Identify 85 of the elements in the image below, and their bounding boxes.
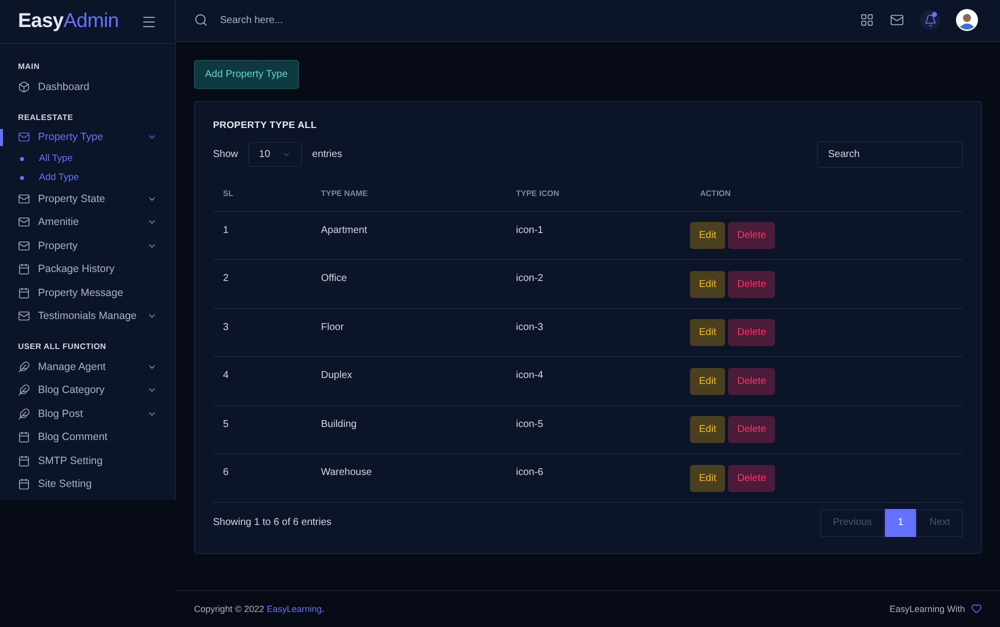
search-icon <box>194 13 208 28</box>
footer-credit: EasyLearning With <box>889 604 965 614</box>
feather-icon <box>18 408 30 420</box>
cube-icon <box>18 80 30 93</box>
column-header[interactable]: SL <box>223 188 234 198</box>
sidebar-item[interactable]: Testimonials Manage <box>0 304 175 328</box>
sidebar-item[interactable]: SMTP Setting <box>0 449 175 472</box>
feather-icon <box>18 384 30 396</box>
table-cell-text: 6 <box>222 466 230 478</box>
calendar-icon <box>18 263 30 276</box>
sidebar-item[interactable]: Blog Category <box>0 378 175 402</box>
sidebar-item[interactable]: Property <box>0 234 175 258</box>
sidebar-item[interactable]: Dashboard <box>0 75 175 98</box>
sidebar-item[interactable]: Blog Comment <box>0 426 175 449</box>
page-size-select[interactable]: 10 <box>248 142 302 167</box>
submenu-item[interactable]: All Type <box>0 149 175 168</box>
table-cell-text: 2 <box>222 272 230 284</box>
edit-button[interactable]: Edit <box>690 319 726 346</box>
sidebar-item[interactable]: Package History <box>0 258 175 281</box>
avatar-icon[interactable] <box>956 9 978 32</box>
sidebar-section-title: USER ALL FUNCTION <box>17 342 108 351</box>
column-header[interactable]: ACTION <box>700 188 731 198</box>
notification-icon[interactable] <box>920 10 940 30</box>
table-cell-text: icon-1 <box>515 224 544 236</box>
edit-button[interactable]: Edit <box>690 416 726 444</box>
table-cell-text: icon-5 <box>515 418 544 430</box>
copyright-text: Copyright © 2022 EasyLearning. <box>194 604 324 614</box>
envelope-icon <box>18 192 30 205</box>
submenu-item[interactable]: Add Type <box>0 168 175 187</box>
card-title: PROPERTY TYPE ALL <box>213 120 318 131</box>
sidebar-item[interactable]: Blog Post <box>0 402 175 426</box>
sidebar-item[interactable]: Amenitie <box>0 210 175 234</box>
edit-button[interactable]: Edit <box>690 368 726 395</box>
delete-button[interactable]: Delete <box>728 270 776 298</box>
calendar-icon <box>18 431 30 444</box>
envelope-icon <box>18 240 30 252</box>
table-cell-text: Apartment <box>320 224 368 236</box>
table-cell-text: Office <box>320 272 348 284</box>
table-cell-text: 4 <box>222 369 230 382</box>
edit-button[interactable]: Edit <box>690 464 726 492</box>
edit-button[interactable]: Edit <box>690 222 726 250</box>
table-cell-text: Warehouse <box>320 466 373 478</box>
pagination-button[interactable]: 1 <box>884 508 916 537</box>
feather-icon <box>18 360 30 373</box>
envelope-icon <box>18 310 30 322</box>
logo[interactable]: EasyAdmin <box>18 10 119 33</box>
delete-button[interactable]: Delete <box>728 416 776 444</box>
sidebar-item[interactable]: Property State <box>0 187 175 210</box>
calendar-icon <box>18 454 30 467</box>
delete-button[interactable]: Delete <box>728 222 776 250</box>
column-header[interactable]: TYPE ICON <box>516 188 560 198</box>
table-cell-text: Floor <box>320 320 345 333</box>
table-cell-text: 3 <box>222 320 230 333</box>
column-header[interactable]: TYPE NAME <box>321 188 368 198</box>
add-property-type-button[interactable]: Add Property Type <box>194 60 299 89</box>
mail-icon[interactable] <box>890 13 904 28</box>
sidebar-item[interactable]: Property Message <box>0 281 175 304</box>
show-label: Show <box>213 148 238 160</box>
envelope-icon <box>18 216 30 228</box>
sidebar-item[interactable]: Site Setting <box>0 472 175 496</box>
sidebar-section-title: MAIN <box>17 62 41 71</box>
edit-button[interactable]: Edit <box>690 270 726 298</box>
table-cell-text: icon-3 <box>515 320 544 333</box>
calendar-icon <box>18 478 30 490</box>
entries-label: entries <box>312 148 342 160</box>
table-cell-text: icon-4 <box>515 369 544 382</box>
table-cell-text: 1 <box>222 224 230 236</box>
delete-button[interactable]: Delete <box>728 368 776 395</box>
sidebar-item[interactable]: Property Type <box>0 126 175 149</box>
delete-button[interactable]: Delete <box>728 464 776 492</box>
sidebar-section-title: REALESTATE <box>17 112 74 122</box>
table-cell-text: Duplex <box>320 369 354 382</box>
heart-icon <box>971 603 982 614</box>
table-cell-text: icon-2 <box>515 272 544 284</box>
table-cell-text: Building <box>320 418 358 430</box>
grid-icon[interactable] <box>860 13 874 28</box>
calendar-icon <box>18 286 30 299</box>
table-search-field[interactable]: Search <box>817 140 963 168</box>
footer-link[interactable]: EasyLearning <box>266 604 322 614</box>
envelope-icon <box>18 131 30 144</box>
delete-button[interactable]: Delete <box>728 319 776 346</box>
sidebar-item[interactable]: Manage Agent <box>0 355 175 378</box>
table-cell-text: icon-6 <box>515 466 544 478</box>
table-info: Showing 1 to 6 of 6 entries <box>213 517 332 528</box>
table-cell-text: 5 <box>222 418 230 430</box>
